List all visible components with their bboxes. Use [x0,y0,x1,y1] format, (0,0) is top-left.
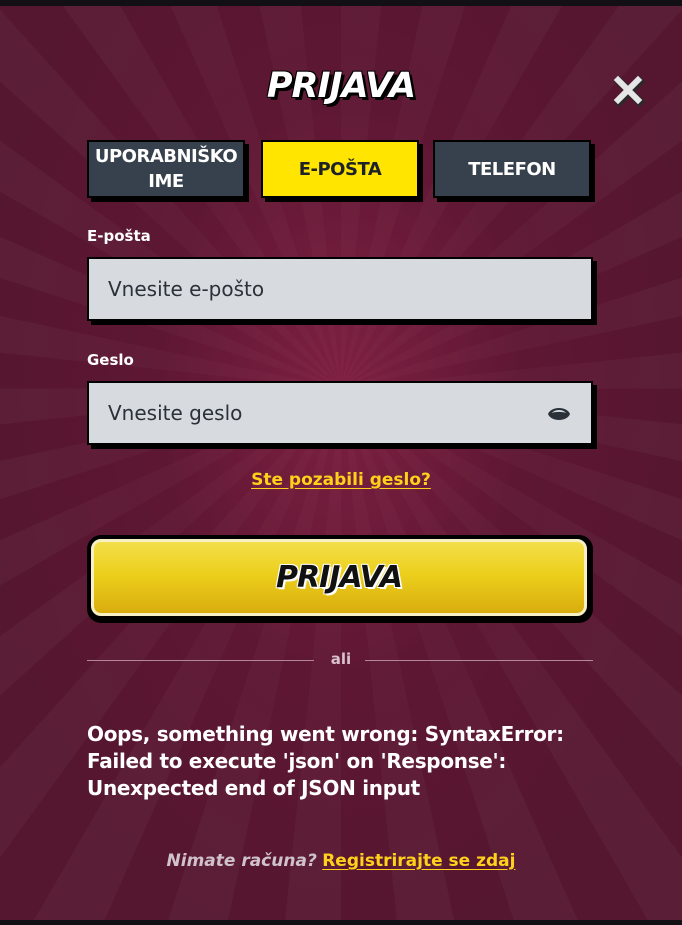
login-method-tabs: UPORABNIŠKO IME E-POŠTA TELEFON [87,140,595,202]
password-label: Geslo [87,351,134,369]
error-message: Oops, something went wrong: SyntaxError:… [87,722,564,800]
signup-prompt: Nimate računa? Registrirajte se zdaj [0,851,682,871]
forgot-password-link[interactable]: Ste pozabili geslo? [0,470,682,490]
login-button-label: PRIJAVA [276,560,403,595]
divider-line-right [365,660,593,661]
signup-question: Nimate računa? [166,851,317,871]
login-button[interactable]: PRIJAVA [87,535,593,623]
show-password-button[interactable] [547,404,571,424]
email-field-wrapper [87,257,593,321]
email-field[interactable] [89,259,591,319]
login-button-face: PRIJAVA [91,539,587,616]
password-field-wrapper [87,381,593,445]
signup-link[interactable]: Registrirajte se zdaj [322,851,515,871]
modal-title: PRIJAVA [266,66,416,106]
tab-username[interactable]: UPORABNIŠKO IME [87,140,245,198]
tab-username-label-line2: IME [148,171,184,192]
login-modal: PRIJAVA UPORABNIŠKO IME E-POŠTA TELEFON … [0,0,682,925]
tab-email[interactable]: E-POŠTA [261,140,419,198]
tab-username-label-line1: UPORABNIŠKO [94,146,238,167]
password-field[interactable] [89,383,591,443]
close-button[interactable] [610,72,646,108]
eye-icon [548,408,570,420]
email-label: E-pošta [87,227,151,245]
tab-phone-label: TELEFON [468,158,556,180]
tab-phone[interactable]: TELEFON [433,140,591,198]
tab-email-label: E-POŠTA [298,158,382,180]
close-icon [613,75,646,108]
divider-text: ali [330,650,352,668]
